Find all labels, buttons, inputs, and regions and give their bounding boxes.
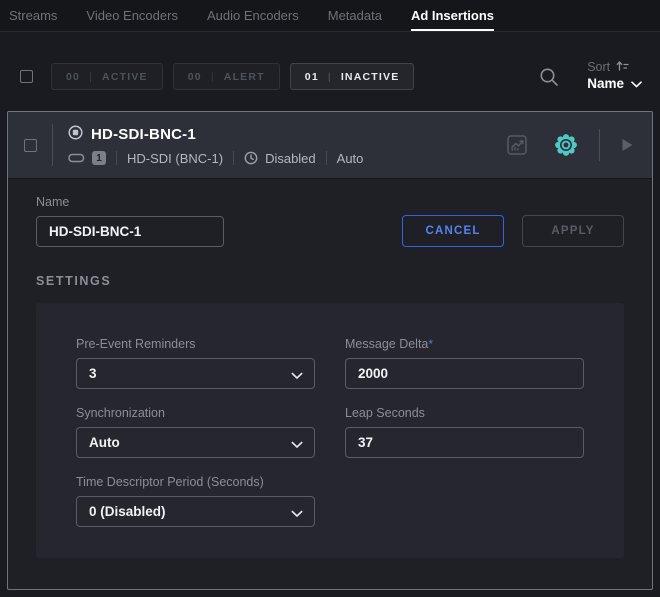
filter-active-count: 00 bbox=[66, 71, 80, 83]
leap-seconds-label: Leap Seconds bbox=[345, 406, 584, 420]
search-icon[interactable] bbox=[538, 66, 560, 88]
mode-label: Auto bbox=[337, 151, 364, 166]
filter-separator: | bbox=[211, 71, 215, 83]
tab-ad-insertions[interactable]: Ad Insertions bbox=[411, 0, 494, 31]
filter-inactive-button[interactable]: 01 | INACTIVE bbox=[290, 63, 415, 90]
name-label: Name bbox=[36, 195, 224, 209]
header-divider bbox=[52, 124, 53, 166]
tab-video-encoders[interactable]: Video Encoders bbox=[86, 0, 178, 31]
encoder-card-header: HD-SDI-BNC-1 1 HD-SDI (BNC-1) bbox=[8, 112, 652, 179]
time-descriptor-period-value: 0 (Disabled) bbox=[89, 504, 166, 519]
sort-label: Sort bbox=[587, 60, 610, 76]
leap-seconds-field: Leap Seconds bbox=[345, 406, 584, 458]
chevron-down-icon bbox=[291, 506, 303, 521]
stats-chart-icon[interactable] bbox=[506, 134, 528, 156]
filter-active-button[interactable]: 00 | ACTIVE bbox=[51, 63, 163, 90]
settings-heading: SETTINGS bbox=[36, 274, 624, 288]
synchronization-value: Auto bbox=[89, 435, 120, 450]
tab-metadata[interactable]: Metadata bbox=[328, 0, 382, 31]
schedule-clock-icon bbox=[244, 151, 258, 165]
encoder-card-body: Name CANCEL APPLY SETTINGS Pre-Event Rem… bbox=[8, 179, 652, 558]
row-select-checkbox[interactable] bbox=[24, 139, 37, 152]
chevron-down-icon bbox=[631, 76, 642, 93]
port-number-badge: 1 bbox=[92, 151, 106, 165]
pre-event-reminders-label: Pre-Event Reminders bbox=[76, 337, 315, 351]
interface-label: HD-SDI (BNC-1) bbox=[127, 151, 223, 166]
synchronization-field: Synchronization Auto bbox=[76, 406, 315, 458]
filter-alert-count: 00 bbox=[188, 71, 202, 83]
leap-seconds-input[interactable] bbox=[345, 427, 584, 458]
play-icon[interactable] bbox=[619, 137, 635, 153]
time-descriptor-period-select[interactable]: 0 (Disabled) bbox=[76, 496, 315, 527]
filter-toolbar: 00 | ACTIVE 00 | ALERT 01 | INACTIVE Sor… bbox=[0, 32, 660, 111]
settings-panel: Pre-Event Reminders 3 Message Delta* Syn… bbox=[36, 303, 624, 558]
encoder-card: HD-SDI-BNC-1 1 HD-SDI (BNC-1) bbox=[7, 111, 653, 590]
tab-audio-encoders[interactable]: Audio Encoders bbox=[207, 0, 299, 31]
name-input[interactable] bbox=[36, 216, 224, 247]
pre-event-reminders-value: 3 bbox=[89, 366, 97, 381]
filter-inactive-count: 01 bbox=[305, 71, 319, 83]
chevron-down-icon bbox=[291, 437, 303, 452]
filter-separator: | bbox=[89, 71, 93, 83]
pre-event-reminders-select[interactable]: 3 bbox=[76, 358, 315, 389]
sort-control[interactable]: Sort Name bbox=[587, 60, 642, 94]
required-marker: * bbox=[428, 337, 433, 351]
filter-active-label: ACTIVE bbox=[102, 71, 148, 83]
subtitle-separator bbox=[116, 151, 117, 165]
synchronization-select[interactable]: Auto bbox=[76, 427, 315, 458]
pre-event-reminders-field: Pre-Event Reminders 3 bbox=[76, 337, 315, 389]
sort-value: Name bbox=[587, 76, 624, 93]
filter-alert-button[interactable]: 00 | ALERT bbox=[173, 63, 280, 90]
select-all-checkbox[interactable] bbox=[20, 70, 33, 83]
cancel-button[interactable]: CANCEL bbox=[402, 215, 504, 247]
settings-gear-icon[interactable] bbox=[552, 131, 580, 159]
time-descriptor-period-field: Time Descriptor Period (Seconds) 0 (Disa… bbox=[76, 475, 315, 527]
subtitle-separator bbox=[326, 151, 327, 165]
stop-status-icon bbox=[68, 125, 83, 145]
tab-streams[interactable]: Streams bbox=[9, 0, 57, 31]
top-tab-bar: Streams Video Encoders Audio Encoders Me… bbox=[0, 0, 660, 32]
status-filter-group: 00 | ACTIVE 00 | ALERT 01 | INACTIVE bbox=[51, 63, 414, 90]
filter-inactive-label: INACTIVE bbox=[341, 71, 400, 83]
status-label: Disabled bbox=[265, 151, 316, 166]
filter-alert-label: ALERT bbox=[224, 71, 265, 83]
sort-order-icon[interactable] bbox=[616, 60, 629, 77]
chevron-down-icon bbox=[291, 368, 303, 383]
synchronization-label: Synchronization bbox=[76, 406, 315, 420]
message-delta-input[interactable] bbox=[345, 358, 584, 389]
message-delta-field: Message Delta* bbox=[345, 337, 584, 389]
encoder-title: HD-SDI-BNC-1 bbox=[91, 126, 196, 143]
actions-divider bbox=[599, 129, 600, 161]
subtitle-separator bbox=[233, 151, 234, 165]
message-delta-label: Message Delta* bbox=[345, 337, 584, 351]
port-connector-icon bbox=[68, 151, 85, 166]
filter-separator: | bbox=[328, 71, 332, 83]
apply-button[interactable]: APPLY bbox=[522, 215, 624, 247]
time-descriptor-period-label: Time Descriptor Period (Seconds) bbox=[76, 475, 315, 489]
